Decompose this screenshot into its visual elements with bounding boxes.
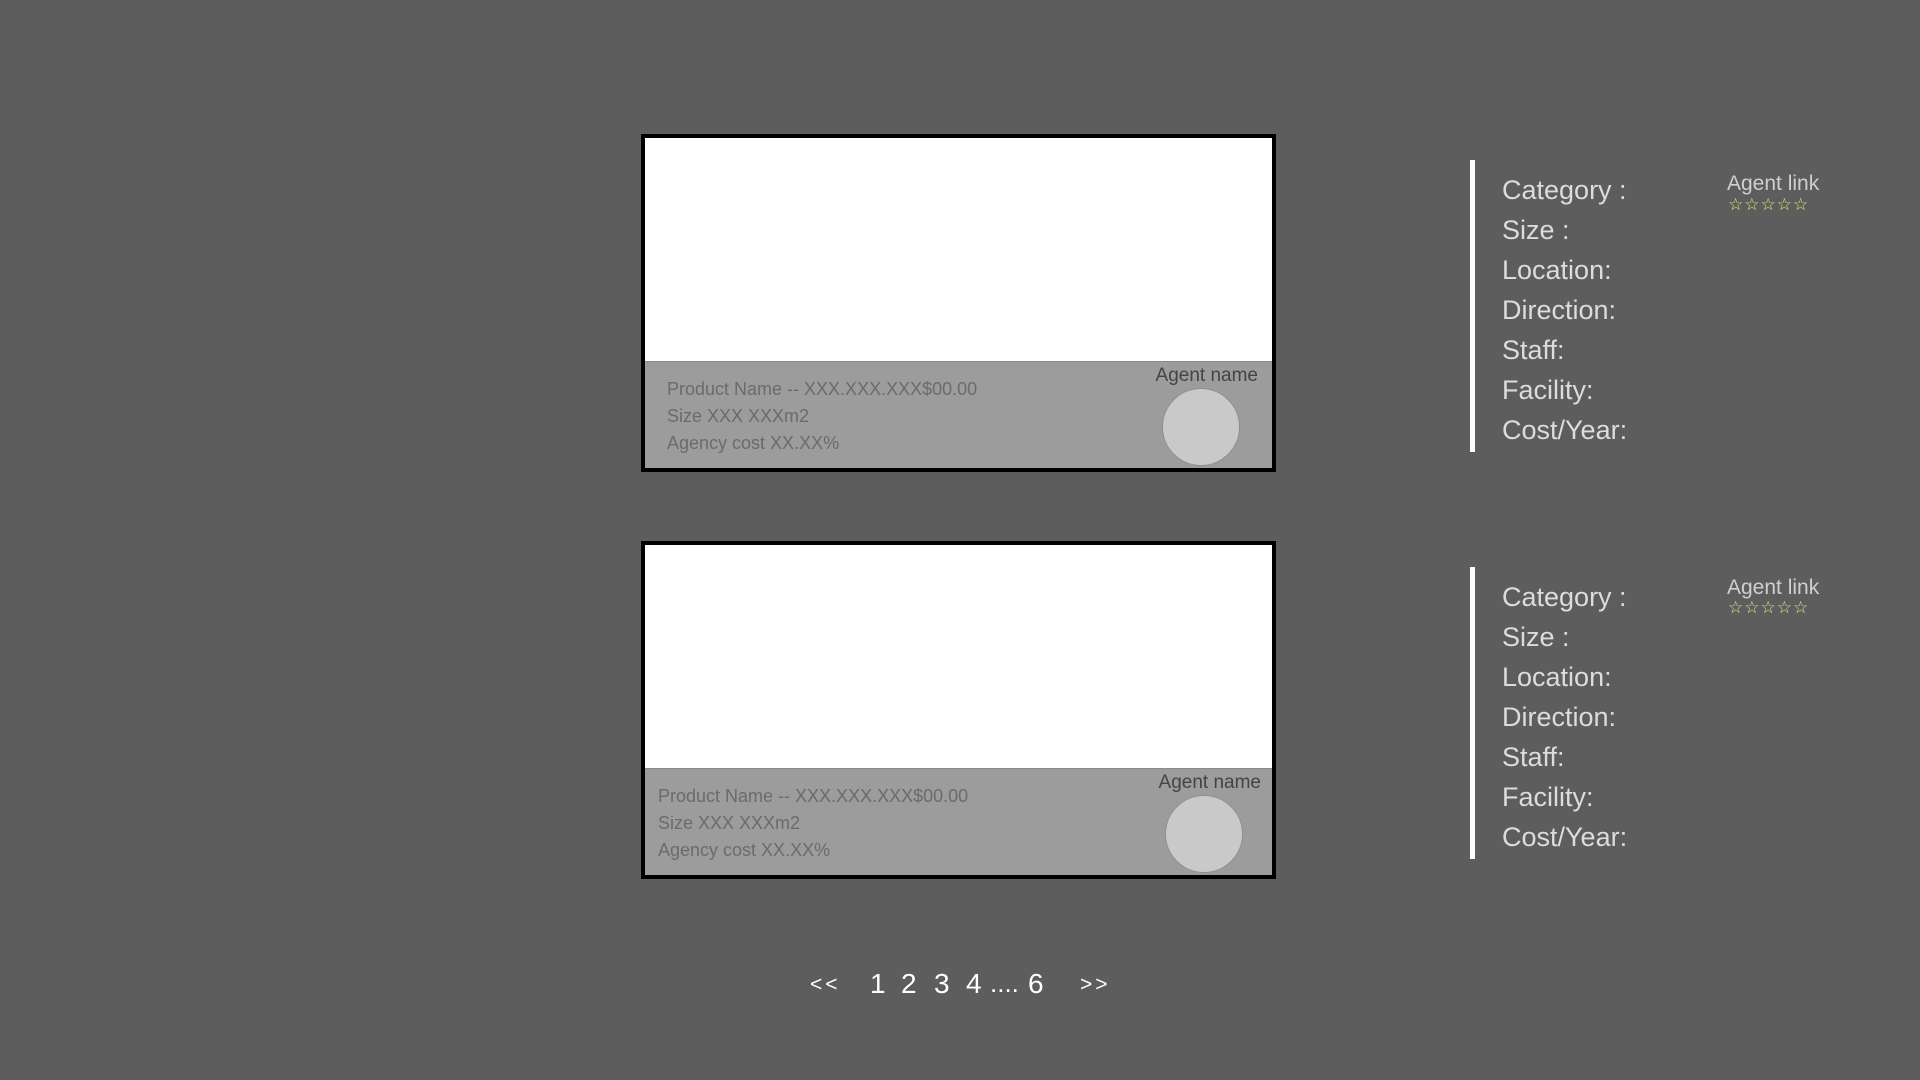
agent-avatar[interactable] — [1162, 388, 1240, 466]
details-fields: Category : Size : Location: Direction: S… — [1502, 170, 1627, 450]
listing-card[interactable]: Product Name -- XXX.XXX.XXX$00.00 Size X… — [641, 541, 1276, 879]
field-cost-year: Cost/Year: — [1502, 822, 1628, 852]
field-facility: Facility: — [1502, 782, 1594, 812]
agency-cost: Agency cost XX.XX% — [667, 433, 840, 453]
field-location: Location: — [1502, 662, 1612, 692]
page-3-link[interactable]: 3 — [934, 968, 950, 1000]
listing-details-panel: Category : Size : Location: Direction: S… — [1470, 567, 1855, 859]
pagination-ellipsis: .... — [990, 968, 1019, 998]
star-icon[interactable]: ☆ — [1761, 599, 1776, 617]
product-name-price: Product Name -- XXX.XXX.XXX$00.00 — [667, 379, 978, 399]
star-icon[interactable]: ☆ — [1744, 196, 1759, 214]
field-size: Size : — [1502, 622, 1570, 652]
agent-link[interactable]: Agent link — [1727, 172, 1819, 196]
listing-info: Product Name -- XXX.XXX.XXX$00.00 Size X… — [658, 785, 968, 861]
listing-footer: Product Name -- XXX.XXX.XXX$00.00 Size X… — [645, 768, 1272, 875]
field-direction: Direction: — [1502, 702, 1617, 732]
details-fields: Category : Size : Location: Direction: S… — [1502, 577, 1627, 857]
product-name-price: Product Name -- XXX.XXX.XXX$00.00 — [658, 786, 969, 806]
listing-photo[interactable] — [645, 545, 1272, 769]
star-icon[interactable]: ☆ — [1793, 196, 1808, 214]
listing-card[interactable]: Product Name -- XXX.XXX.XXX$00.00 Size X… — [641, 134, 1276, 472]
page-1-link[interactable]: 1 — [870, 968, 886, 1000]
star-icon[interactable]: ☆ — [1777, 196, 1792, 214]
product-size: Size XXX XXXm2 — [667, 406, 810, 426]
star-icon[interactable]: ☆ — [1761, 196, 1776, 214]
field-direction: Direction: — [1502, 295, 1617, 325]
star-icon[interactable]: ☆ — [1744, 599, 1759, 617]
field-staff: Staff: — [1502, 335, 1565, 365]
listing-info: Product Name -- XXX.XXX.XXX$00.00 Size X… — [667, 378, 977, 454]
page-6-link[interactable]: 6 — [1028, 968, 1044, 1000]
listing-footer: Product Name -- XXX.XXX.XXX$00.00 Size X… — [645, 361, 1272, 468]
star-rating[interactable]: ☆ ☆ ☆ ☆ ☆ — [1728, 196, 1808, 214]
next-page-button[interactable]: >> — [1080, 973, 1111, 997]
listing-details-panel: Category : Size : Location: Direction: S… — [1470, 160, 1855, 452]
field-category: Category : — [1502, 175, 1627, 205]
agent-name[interactable]: Agent name — [1156, 365, 1258, 387]
page-4-link[interactable]: 4 — [966, 968, 982, 1000]
agent-name[interactable]: Agent name — [1159, 772, 1261, 794]
agency-cost: Agency cost XX.XX% — [658, 840, 831, 860]
star-icon[interactable]: ☆ — [1793, 599, 1808, 617]
star-icon[interactable]: ☆ — [1728, 599, 1743, 617]
field-category: Category : — [1502, 582, 1627, 612]
star-icon[interactable]: ☆ — [1777, 599, 1792, 617]
prev-page-button[interactable]: << — [810, 973, 841, 997]
agent-link[interactable]: Agent link — [1727, 576, 1819, 600]
listing-photo[interactable] — [645, 138, 1272, 362]
star-icon[interactable]: ☆ — [1728, 196, 1743, 214]
field-size: Size : — [1502, 215, 1570, 245]
product-size: Size XXX XXXm2 — [658, 813, 801, 833]
field-location: Location: — [1502, 255, 1612, 285]
agent-avatar[interactable] — [1165, 795, 1243, 873]
star-rating[interactable]: ☆ ☆ ☆ ☆ ☆ — [1728, 599, 1808, 617]
field-facility: Facility: — [1502, 375, 1594, 405]
field-staff: Staff: — [1502, 742, 1565, 772]
field-cost-year: Cost/Year: — [1502, 415, 1628, 445]
page-2-link[interactable]: 2 — [901, 968, 917, 1000]
